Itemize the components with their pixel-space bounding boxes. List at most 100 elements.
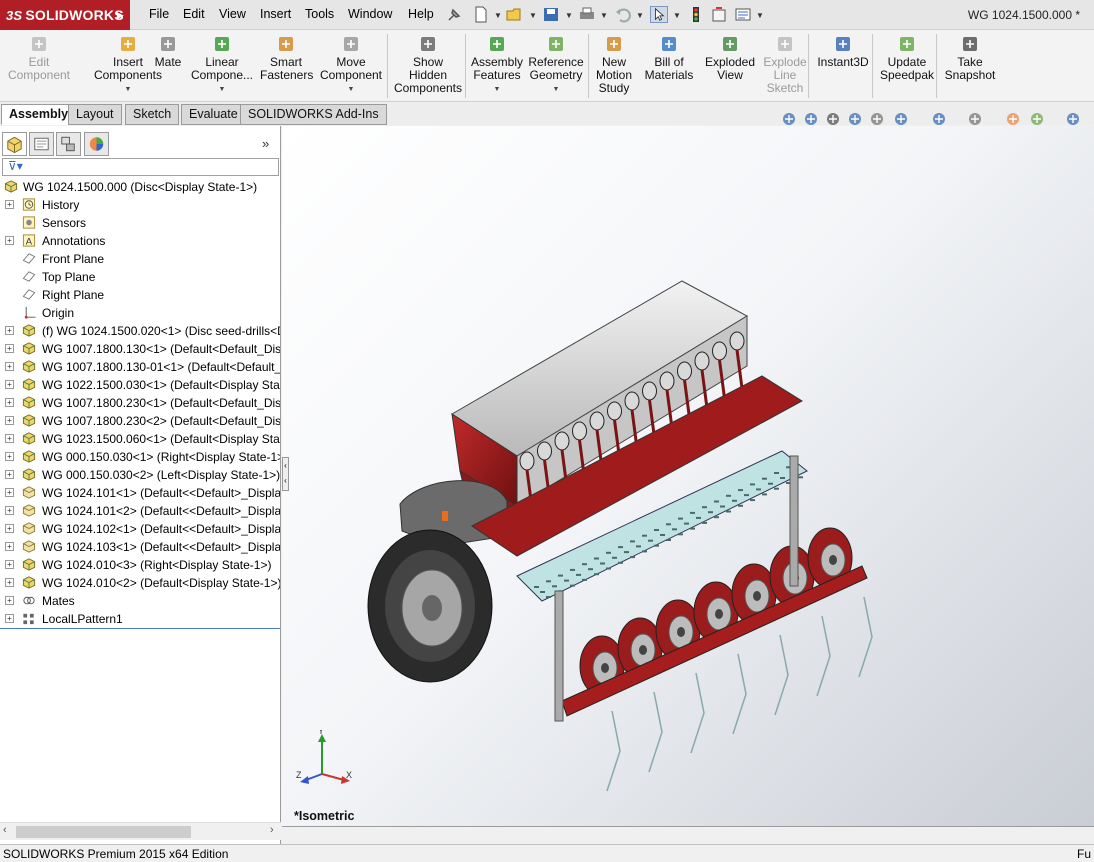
rollback-bar[interactable] (0, 628, 280, 629)
tree-item[interactable]: + WG 1023.1500.060<1> (Default<Display St… (0, 430, 280, 448)
save-icon[interactable] (542, 6, 560, 23)
expand-plus-icon[interactable]: + (5, 524, 14, 533)
tab-sketch[interactable]: Sketch (125, 104, 180, 125)
solidworks-logo[interactable]: 3S SOLIDWORKS ▶ (0, 0, 130, 30)
filter-icon[interactable]: ⊽▾ (8, 159, 23, 173)
linear-compone-button[interactable]: Linear Compone... ▼ (190, 30, 254, 102)
section-view-icon[interactable] (846, 110, 864, 128)
tree-item[interactable]: + WG 1024.010<3> (Right<Display State-1>) (0, 556, 280, 574)
tree-item[interactable]: + Mates (0, 592, 280, 610)
tree-horizontal-scrollbar[interactable]: ‹ › (0, 822, 281, 840)
assembly-features-button[interactable]: Assembly Features ▼ (469, 30, 525, 102)
tree-item[interactable]: Origin (0, 304, 280, 322)
select-dropdown-icon[interactable]: ▼ (673, 11, 681, 20)
hide-show-items-icon[interactable] (966, 110, 984, 128)
expand-plus-icon[interactable]: + (5, 578, 14, 587)
show-hidden-components-button[interactable]: Show Hidden Components (392, 30, 464, 102)
tree-item[interactable]: + WG 1024.101<1> (Default<<Default>_Displ… (0, 484, 280, 502)
undo-icon[interactable] (614, 6, 632, 23)
expand-plus-icon[interactable]: + (5, 326, 14, 335)
zoom-to-fit-icon[interactable] (780, 110, 798, 128)
scroll-thumb[interactable] (16, 826, 191, 838)
tree-item[interactable]: + History (0, 196, 280, 214)
new-dropdown-icon[interactable]: ▼ (494, 11, 502, 20)
tree-item[interactable]: + WG 1024.101<2> (Default<<Default>_Displ… (0, 502, 280, 520)
tree-item[interactable]: + WG 1024.102<1> (Default<<Default>_Displ… (0, 520, 280, 538)
expand-plus-icon[interactable]: + (5, 452, 14, 461)
select-cursor-icon[interactable] (650, 6, 668, 23)
property-manager-tab[interactable] (29, 132, 54, 156)
print-dropdown-icon[interactable]: ▼ (600, 11, 608, 20)
tree-item[interactable]: + (f) WG 1024.1500.020<1> (Disc seed-dril… (0, 322, 280, 340)
tree-item[interactable]: + WG 1007.1800.130-01<1> (Default<Default… (0, 358, 280, 376)
tree-item[interactable]: Right Plane (0, 286, 280, 304)
expand-plus-icon[interactable]: + (5, 542, 14, 551)
tree-item[interactable]: + WG 000.150.030<2> (Left<Display State-1… (0, 466, 280, 484)
tree-filter[interactable]: ⊽▾ (2, 158, 279, 176)
dynamic-annotation-icon[interactable] (868, 110, 886, 128)
tree-item[interactable]: + LocalLPattern1 (0, 610, 280, 628)
new-motion-study-button[interactable]: New Motion Study (590, 30, 638, 102)
expand-plus-icon[interactable]: + (5, 506, 14, 515)
smart-fasteners-button[interactable]: Smart Fasteners (260, 30, 313, 102)
tree-item[interactable]: Top Plane (0, 268, 280, 286)
tab-solidworks-add-ins[interactable]: SOLIDWORKS Add-Ins (240, 104, 387, 125)
bill-of-materials-button[interactable]: Bill of Materials (642, 30, 696, 102)
dropdown-caret-icon[interactable]: ▼ (528, 83, 584, 96)
zoom-to-area-icon[interactable] (802, 110, 820, 128)
menu-window[interactable]: Window (348, 7, 392, 21)
options-dropdown-icon[interactable]: ▼ (756, 11, 764, 20)
expand-plus-icon[interactable]: + (5, 416, 14, 425)
tree-item[interactable]: + WG 1007.1800.130<1> (Default<Default_Di… (0, 340, 280, 358)
scroll-right-icon[interactable]: › (270, 824, 274, 836)
tab-assembly[interactable]: Assembly (1, 104, 77, 125)
menu-edit[interactable]: Edit (183, 7, 205, 21)
tab-layout[interactable]: Layout (68, 104, 122, 125)
expand-plus-icon[interactable]: + (5, 488, 14, 497)
configuration-manager-tab[interactable] (56, 132, 81, 156)
dropdown-caret-icon[interactable]: ▼ (190, 83, 254, 96)
seed-drill-model[interactable] (282, 126, 1094, 826)
expand-plus-icon[interactable]: + (5, 596, 14, 605)
previous-view-icon[interactable] (824, 110, 842, 128)
scroll-left-icon[interactable]: ‹ (3, 824, 7, 836)
expand-plus-icon[interactable]: + (5, 398, 14, 407)
menu-insert[interactable]: Insert (260, 7, 291, 21)
tree-item[interactable]: Sensors (0, 214, 280, 232)
file-properties-icon[interactable] (710, 6, 728, 23)
view-settings-icon[interactable] (1064, 110, 1082, 128)
expand-plus-icon[interactable]: + (5, 236, 14, 245)
print-icon[interactable] (578, 6, 596, 23)
tree-item[interactable]: + WG 1007.1800.230<1> (Default<Default_Di… (0, 394, 280, 412)
display-style-icon[interactable] (930, 110, 948, 128)
tree-item[interactable]: + WG 000.150.030<1> (Right<Display State-… (0, 448, 280, 466)
dropdown-caret-icon[interactable]: ▼ (317, 83, 385, 96)
save-dropdown-icon[interactable]: ▼ (565, 11, 573, 20)
take-snapshot-button[interactable]: Take Snapshot (940, 30, 1000, 102)
open-folder-icon[interactable] (506, 6, 524, 23)
open-dropdown-icon[interactable]: ▼ (529, 11, 537, 20)
expand-plus-icon[interactable]: + (5, 200, 14, 209)
mate-button[interactable]: Mate (150, 30, 186, 102)
menu-view[interactable]: View (219, 7, 246, 21)
expand-plus-icon[interactable]: + (5, 470, 14, 479)
reference-geometry-button[interactable]: Reference Geometry ▼ (528, 30, 584, 102)
explode-line-sketch-button[interactable]: Explode Line Sketch (760, 30, 810, 102)
menu-tools[interactable]: Tools (305, 7, 334, 21)
options-icon[interactable] (734, 6, 752, 23)
move-component-button[interactable]: Move Component ▼ (317, 30, 385, 102)
expand-plus-icon[interactable]: + (5, 362, 14, 371)
view-orientation-icon[interactable] (892, 110, 910, 128)
menu-file[interactable]: File (149, 7, 169, 21)
expand-plus-icon[interactable]: + (5, 344, 14, 353)
display-manager-tab[interactable] (84, 132, 109, 156)
menu-help[interactable]: Help (408, 7, 434, 21)
expand-plus-icon[interactable]: + (5, 380, 14, 389)
apply-scene-icon[interactable] (1028, 110, 1046, 128)
instant3d-button[interactable]: Instant3D (813, 30, 873, 102)
expand-panel-chevron-icon[interactable]: » (262, 136, 269, 151)
tree-item[interactable]: Front Plane (0, 250, 280, 268)
feature-manager-tab[interactable] (2, 132, 27, 156)
tab-evaluate[interactable]: Evaluate (181, 104, 246, 125)
tree-item[interactable]: + WG 1024.010<2> (Default<Display State-1… (0, 574, 280, 592)
